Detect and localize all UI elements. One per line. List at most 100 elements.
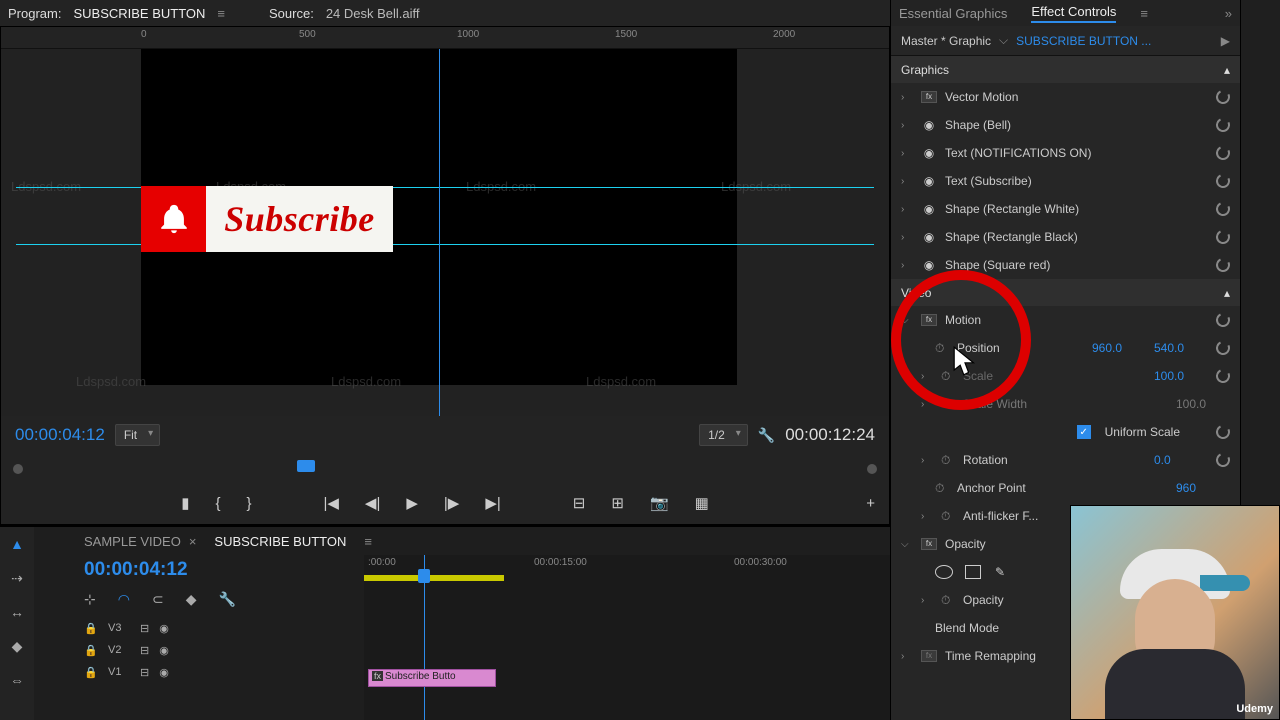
toggle-output-icon[interactable]: ⊟ [140, 644, 149, 657]
scrub-start[interactable] [13, 464, 23, 474]
lock-icon[interactable]: 🔒 [84, 666, 98, 679]
reset-icon[interactable] [1214, 451, 1232, 469]
work-area-bar[interactable] [364, 575, 504, 581]
value-y[interactable]: 540.0 [1154, 341, 1208, 355]
ec-position[interactable]: ⏱Position960.0540.0 [891, 334, 1240, 362]
eye-icon[interactable]: ◉ [921, 118, 937, 132]
video-section-header[interactable]: Video ▴ [891, 279, 1240, 306]
collapse-icon[interactable]: ▴ [1224, 63, 1230, 77]
reset-icon[interactable] [1214, 228, 1232, 246]
stopwatch-icon[interactable]: ⏱ [941, 369, 955, 384]
reset-icon[interactable] [1214, 311, 1232, 329]
program-ruler[interactable]: 0 500 1000 1500 2000 [1, 27, 889, 49]
play-icon[interactable]: ▶ [406, 494, 418, 512]
track-name[interactable]: V2 [108, 644, 130, 656]
ripple-tool-icon[interactable]: ↔ [6, 601, 28, 623]
extract-icon[interactable]: ⊞ [611, 494, 624, 512]
ellipse-mask-icon[interactable] [935, 565, 953, 579]
reset-icon[interactable] [1214, 172, 1232, 190]
lock-icon[interactable]: 🔒 [84, 622, 98, 635]
ec-scale[interactable]: ›⏱Scale100.0 [891, 362, 1240, 390]
scrub-bar[interactable] [1, 454, 889, 482]
playhead-vertical[interactable] [439, 49, 440, 416]
eye-icon[interactable]: ◉ [159, 622, 169, 635]
reset-icon[interactable] [1214, 423, 1232, 441]
stopwatch-icon[interactable]: ⏱ [935, 341, 949, 356]
marker-icon[interactable]: ◆ [186, 591, 197, 608]
snap-icon[interactable]: ◠ [118, 591, 130, 608]
playhead-indicator[interactable] [418, 569, 430, 583]
mark-out-icon[interactable]: { [215, 495, 220, 512]
essential-graphics-tab[interactable]: Essential Graphics [899, 6, 1007, 21]
pen-mask-icon[interactable]: ✎ [995, 565, 1005, 579]
eye-icon[interactable]: ◉ [921, 174, 937, 188]
track-select-tool-icon[interactable]: ⇢ [6, 567, 28, 589]
slip-tool-icon[interactable]: ⇔ [6, 669, 28, 691]
reset-icon[interactable] [1214, 116, 1232, 134]
effect-controls-tab[interactable]: Effect Controls [1031, 4, 1116, 23]
timeline-timecode[interactable]: 00:00:04:12 [84, 555, 364, 585]
ec-uniform-scale[interactable]: ✓Uniform Scale [891, 418, 1240, 446]
reset-icon[interactable] [1214, 256, 1232, 274]
insert-icon[interactable]: ⊹ [84, 591, 96, 608]
subscribe-graphic[interactable]: Subscribe [141, 186, 393, 252]
lift-icon[interactable]: ⊟ [573, 494, 586, 512]
timeline-ruler[interactable]: :00:00 00:00:15:00 00:00:30:00 [364, 555, 890, 575]
track-name[interactable]: V1 [108, 666, 130, 678]
value[interactable]: 960 [1176, 481, 1230, 495]
track-name[interactable]: V3 [108, 622, 130, 634]
ec-item-vector-motion[interactable]: ›fxVector Motion [891, 83, 1240, 111]
tab-close-icon[interactable]: × [189, 534, 197, 549]
reset-icon[interactable] [1214, 144, 1232, 162]
mark-in-icon[interactable]: ▮ [181, 494, 189, 512]
step-forward-icon[interactable]: |▶ [444, 494, 459, 512]
panel-menu-icon[interactable]: ≡ [364, 534, 372, 549]
track-header[interactable]: 🔒 V2 ⊟ ◉ [84, 640, 364, 660]
ec-item[interactable]: ›◉Text (NOTIFICATIONS ON) [891, 139, 1240, 167]
timeline-tab[interactable]: SAMPLE VIDEO [84, 530, 181, 553]
eye-icon[interactable]: ◉ [921, 146, 937, 160]
razor-tool-icon[interactable]: ◆ [6, 635, 28, 657]
sequence-name[interactable]: SUBSCRIBE BUTTON ... [1016, 34, 1151, 48]
ec-anchor-point[interactable]: ⏱Anchor Point960 [891, 474, 1240, 502]
source-name[interactable]: 24 Desk Bell.aiff [326, 6, 420, 21]
selection-tool-icon[interactable]: ▲ [6, 533, 28, 555]
mark-clip-icon[interactable]: } [246, 495, 251, 512]
program-canvas[interactable]: Ldspsd.com Ldspsd.com Ldspsd.com Ldspsd.… [1, 49, 889, 416]
ec-item[interactable]: ›◉Shape (Bell) [891, 111, 1240, 139]
eye-icon[interactable]: ◉ [921, 258, 937, 272]
graphics-section-header[interactable]: Graphics ▴ [891, 56, 1240, 83]
reset-icon[interactable] [1214, 367, 1232, 385]
value-x[interactable]: 960.0 [1092, 341, 1146, 355]
current-timecode[interactable]: 00:00:04:12 [15, 425, 105, 445]
reset-icon[interactable] [1214, 88, 1232, 106]
scrub-end[interactable] [867, 464, 877, 474]
eye-icon[interactable]: ◉ [159, 644, 169, 657]
value[interactable]: 0.0 [1154, 453, 1208, 467]
track-header[interactable]: 🔒 V3 ⊟ ◉ [84, 618, 364, 638]
timeline-tracks-area[interactable]: :00:00 00:00:15:00 00:00:30:00 fxSubscri… [364, 555, 890, 720]
value[interactable]: 100.0 [1154, 369, 1208, 383]
add-button-icon[interactable]: + [866, 495, 875, 512]
eye-icon[interactable]: ◉ [921, 202, 937, 216]
master-clip-label[interactable]: Master * Graphic [901, 34, 991, 48]
settings-wrench-icon[interactable]: 🔧 [758, 427, 775, 444]
play-only-icon[interactable]: ▶ [1221, 34, 1230, 48]
toggle-output-icon[interactable]: ⊟ [140, 622, 149, 635]
settings-icon[interactable]: 🔧 [218, 591, 235, 608]
export-frame-icon[interactable]: 📷 [650, 494, 669, 512]
panel-menu-icon[interactable]: ≡ [1140, 6, 1148, 21]
linked-selection-icon[interactable]: ⊂ [152, 591, 164, 608]
comparison-icon[interactable]: ▦ [695, 494, 709, 512]
stopwatch-icon[interactable]: ⏱ [941, 509, 955, 524]
stopwatch-icon[interactable]: ⏱ [941, 453, 955, 468]
rect-mask-icon[interactable] [965, 565, 981, 579]
stopwatch-icon[interactable]: ⏱ [941, 593, 955, 608]
more-panels-icon[interactable]: » [1225, 6, 1232, 21]
step-back-icon[interactable]: ◀| [365, 494, 380, 512]
ec-item[interactable]: ›◉Shape (Square red) [891, 251, 1240, 279]
stopwatch-icon[interactable]: ⏱ [935, 481, 949, 496]
reset-icon[interactable] [1214, 339, 1232, 357]
program-name[interactable]: SUBSCRIBE BUTTON [73, 6, 205, 21]
lock-icon[interactable]: 🔒 [84, 644, 98, 657]
